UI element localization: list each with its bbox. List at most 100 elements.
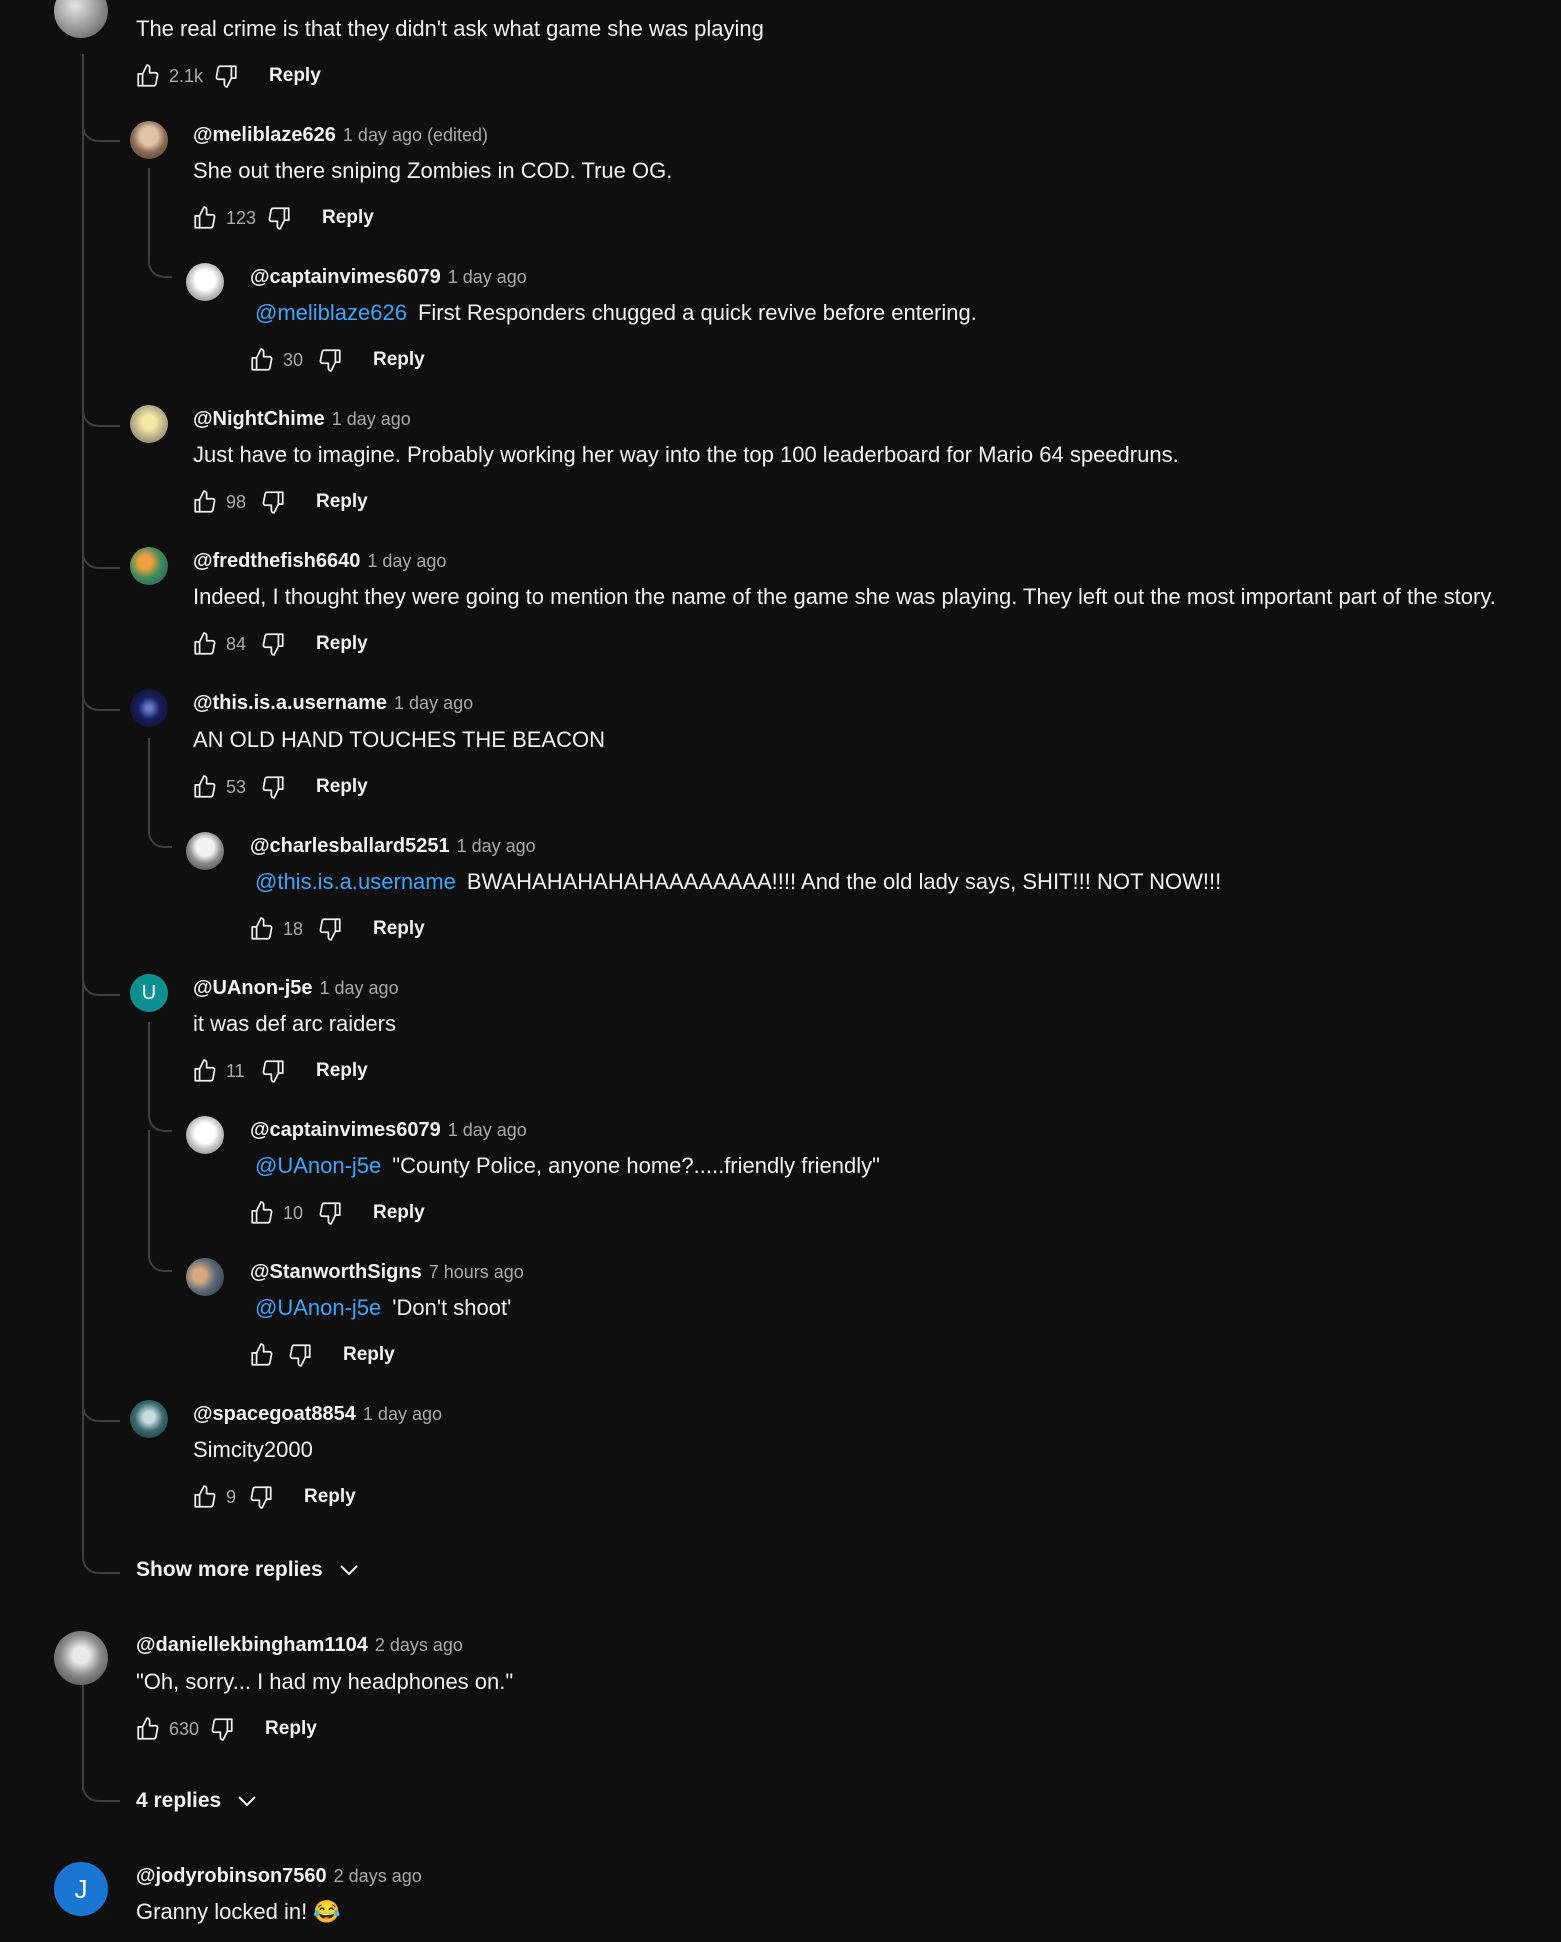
like-icon[interactable] bbox=[190, 1056, 220, 1086]
like-icon[interactable] bbox=[133, 1714, 163, 1744]
comment-time[interactable]: 1 day ago bbox=[363, 1404, 442, 1424]
comment-text: "Oh, sorry... I had my headphones on." bbox=[136, 1669, 514, 1694]
comment-time[interactable]: 2 days ago bbox=[334, 1866, 422, 1886]
avatar[interactable]: J bbox=[54, 1862, 108, 1916]
thread-connector bbox=[82, 547, 120, 569]
reply-button[interactable]: Reply bbox=[316, 776, 368, 798]
comment-time[interactable]: 1 day ago bbox=[332, 409, 411, 429]
like-count: 10 bbox=[283, 1202, 304, 1223]
dislike-icon[interactable] bbox=[264, 203, 294, 233]
like-count: 630 bbox=[169, 1718, 200, 1739]
like-icon[interactable] bbox=[247, 1198, 277, 1228]
mention-link[interactable]: @this.is.a.username bbox=[255, 869, 456, 894]
like-icon[interactable] bbox=[190, 203, 220, 233]
comment-time[interactable]: 1 day ago bbox=[367, 551, 446, 571]
comment-author[interactable]: @captainvimes6079 1 day ago bbox=[250, 266, 527, 289]
like-count: 84 bbox=[226, 633, 247, 654]
comment-time[interactable]: 2 days ago bbox=[375, 1635, 463, 1655]
comment-author[interactable]: @captainvimes6079 1 day ago bbox=[250, 1119, 527, 1142]
comment-author[interactable]: @UAnon-j5e 1 day ago bbox=[193, 977, 399, 1000]
comment-text: Granny locked in! 😂 bbox=[136, 1899, 341, 1924]
comment-author[interactable]: @meliblaze626 1 day ago (edited) bbox=[193, 124, 488, 147]
avatar[interactable] bbox=[54, 0, 108, 38]
dislike-icon[interactable] bbox=[258, 487, 288, 517]
reply-button[interactable]: Reply bbox=[373, 918, 425, 940]
reply-button[interactable]: Reply bbox=[316, 633, 368, 655]
thread-connector bbox=[148, 828, 172, 848]
reply-button[interactable]: Reply bbox=[343, 1344, 395, 1366]
like-icon[interactable] bbox=[247, 1340, 277, 1370]
reply-button[interactable]: Reply bbox=[265, 1718, 317, 1740]
dislike-icon[interactable] bbox=[258, 1056, 288, 1086]
dislike-icon[interactable] bbox=[315, 345, 345, 375]
view-replies-button[interactable]: 4 replies bbox=[136, 1789, 259, 1813]
mention-link[interactable]: @meliblaze626 bbox=[255, 300, 407, 325]
like-count: 11 bbox=[226, 1060, 245, 1081]
reply-button[interactable]: Reply bbox=[322, 207, 374, 229]
avatar[interactable] bbox=[130, 405, 168, 443]
like-icon[interactable] bbox=[190, 1482, 220, 1512]
comment-time[interactable]: 1 day ago (edited) bbox=[343, 125, 488, 145]
comment-actions: 98 Reply bbox=[190, 486, 368, 518]
comment-author[interactable]: @NightChime 1 day ago bbox=[193, 408, 411, 431]
dislike-icon[interactable] bbox=[246, 1482, 276, 1512]
avatar[interactable] bbox=[186, 263, 224, 301]
thread-line-main bbox=[82, 54, 84, 1557]
avatar[interactable] bbox=[186, 1258, 224, 1296]
dislike-icon[interactable] bbox=[211, 61, 241, 91]
laughing-emoji-icon: 😂 bbox=[313, 1899, 341, 1924]
comment-time[interactable]: 1 day ago bbox=[448, 1120, 527, 1140]
mention-link[interactable]: @UAnon-j5e bbox=[255, 1153, 381, 1178]
comment-text: Simcity2000 bbox=[193, 1437, 313, 1462]
comment-author[interactable]: @StanworthSigns 7 hours ago bbox=[250, 1261, 524, 1284]
avatar[interactable] bbox=[130, 689, 168, 727]
reply-button[interactable]: Reply bbox=[373, 1202, 425, 1224]
comment-time[interactable]: 1 day ago bbox=[457, 836, 536, 856]
comment-actions: Reply bbox=[247, 1339, 395, 1371]
like-count: 18 bbox=[283, 918, 304, 939]
dislike-icon[interactable] bbox=[315, 914, 345, 944]
avatar[interactable] bbox=[130, 121, 168, 159]
reply-button[interactable]: Reply bbox=[304, 1486, 356, 1508]
comment-actions: 11 Reply bbox=[190, 1055, 368, 1087]
comment-author[interactable]: @this.is.a.username 1 day ago bbox=[193, 692, 473, 715]
like-icon[interactable] bbox=[190, 629, 220, 659]
comment-time[interactable]: 1 day ago bbox=[448, 267, 527, 287]
show-more-replies-button[interactable]: Show more replies bbox=[136, 1558, 361, 1582]
view-replies-label: 4 replies bbox=[136, 1789, 222, 1812]
like-icon[interactable] bbox=[190, 772, 220, 802]
comment-actions: 123 Reply bbox=[190, 202, 374, 234]
comment-author[interactable]: @charlesballard5251 1 day ago bbox=[250, 835, 536, 858]
thread-line-nested bbox=[148, 738, 150, 828]
avatar[interactable] bbox=[130, 547, 168, 585]
avatar[interactable] bbox=[186, 1116, 224, 1154]
dislike-icon[interactable] bbox=[258, 772, 288, 802]
comment-text: AN OLD HAND TOUCHES THE BEACON bbox=[193, 727, 605, 752]
avatar[interactable] bbox=[130, 1400, 168, 1438]
avatar[interactable]: U bbox=[130, 974, 168, 1012]
like-icon[interactable] bbox=[190, 487, 220, 517]
comment-author[interactable]: @spacegoat8854 1 day ago bbox=[193, 1403, 442, 1426]
comment-author[interactable]: @fredthefish6640 1 day ago bbox=[193, 550, 446, 573]
comment-time[interactable]: 7 hours ago bbox=[429, 1262, 524, 1282]
like-icon[interactable] bbox=[133, 61, 163, 91]
dislike-icon[interactable] bbox=[258, 629, 288, 659]
like-icon[interactable] bbox=[247, 914, 277, 944]
avatar[interactable] bbox=[54, 1631, 108, 1685]
reply-button[interactable]: Reply bbox=[316, 491, 368, 513]
comment-time[interactable]: 1 day ago bbox=[394, 693, 473, 713]
avatar[interactable] bbox=[186, 832, 224, 870]
comment-author[interactable]: @jodyrobinson7560 2 days ago bbox=[136, 1865, 422, 1888]
comment-text: @meliblaze626 First Responders chugged a … bbox=[255, 300, 977, 325]
comment-author[interactable]: @daniellekbingham1104 2 days ago bbox=[136, 1634, 463, 1657]
like-icon[interactable] bbox=[247, 345, 277, 375]
dislike-icon[interactable] bbox=[207, 1714, 237, 1744]
dislike-icon[interactable] bbox=[315, 1198, 345, 1228]
reply-button[interactable]: Reply bbox=[269, 65, 321, 87]
comment-text: She out there sniping Zombies in COD. Tr… bbox=[193, 158, 673, 183]
dislike-icon[interactable] bbox=[285, 1340, 315, 1370]
mention-link[interactable]: @UAnon-j5e bbox=[255, 1295, 381, 1320]
reply-button[interactable]: Reply bbox=[316, 1060, 368, 1082]
reply-button[interactable]: Reply bbox=[373, 349, 425, 371]
comment-time[interactable]: 1 day ago bbox=[320, 978, 399, 998]
